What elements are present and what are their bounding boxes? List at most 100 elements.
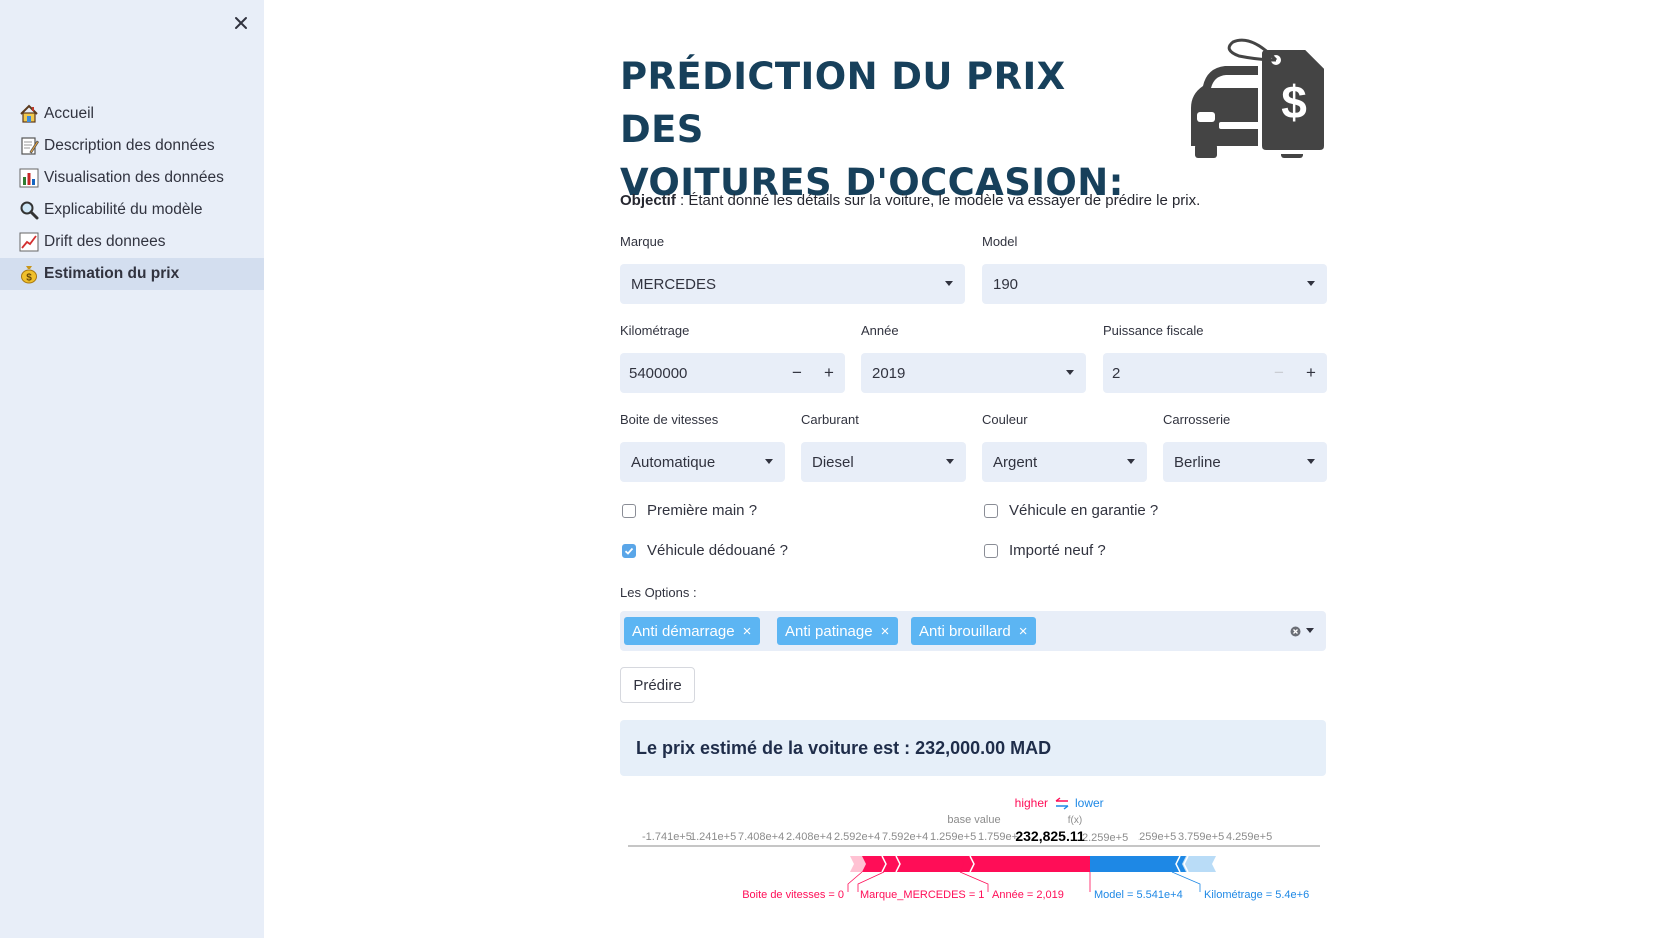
importe-checkbox[interactable]: Importé neuf ? [984, 542, 1106, 559]
dedouane-label: Véhicule dédouané ? [647, 542, 788, 559]
dedouane-checkbox[interactable]: Véhicule dédouané ? [622, 542, 788, 559]
puissance-label: Puissance fiscale [1103, 323, 1204, 338]
feature-label: Model = 5.541e+4 [1094, 889, 1183, 901]
remove-tag-icon[interactable]: × [881, 623, 890, 640]
sidebar-item-label: Visualisation des données [44, 169, 224, 186]
svg-text:$: $ [26, 273, 32, 284]
carrosserie-label: Carrosserie [1163, 412, 1231, 427]
tick-label: 1.241e+5 [690, 831, 736, 843]
higher-label: higher [1015, 796, 1048, 810]
premiere-main-checkbox[interactable]: Première main ? [622, 502, 757, 519]
sidebar-item-explicabilite[interactable]: Explicabilité du modèle [0, 194, 264, 226]
feature-label: Boite de vitesses = 0 [742, 889, 844, 901]
chevron-down-icon [945, 281, 953, 286]
checkbox-box[interactable] [622, 503, 636, 518]
puissance-value: 2 [1112, 364, 1121, 382]
puissance-decrement-button[interactable]: − [1263, 353, 1295, 393]
chevron-down-icon [1307, 281, 1315, 286]
couleur-label: Couleur [982, 412, 1028, 427]
tick-label: 3.759e+5 [1178, 831, 1224, 843]
shap-bar [1090, 856, 1176, 872]
tick-label: 7.592e+4 [882, 831, 928, 843]
tick-label: 7.408e+4 [738, 831, 784, 843]
trend-chart-icon [18, 231, 40, 253]
kilometrage-label: Kilométrage [620, 323, 690, 338]
carburant-value: Diesel [812, 453, 854, 471]
base-value-label: base value [947, 814, 1000, 826]
couleur-value: Argent [993, 453, 1038, 471]
negative-bars [1090, 855, 1216, 873]
model-value: 190 [993, 275, 1019, 293]
option-tag-label: Anti brouillard [919, 622, 1011, 640]
checkbox-box[interactable] [984, 503, 998, 518]
money-bag-icon: $ [18, 263, 40, 285]
model-label: Model [982, 234, 1018, 249]
check-icon [624, 547, 634, 555]
tick-label: 2.259e+5 [1082, 832, 1128, 844]
sidebar-item-label: Explicabilité du modèle [44, 201, 203, 218]
objectif-description: : Étant donné les détails sur la voiture… [675, 192, 1201, 209]
tick-label: 2.408e+4 [786, 831, 832, 843]
puissance-increment-button[interactable]: + [1295, 353, 1327, 393]
car-price-tag-icon: $ [1191, 38, 1328, 158]
kilometrage-input[interactable]: 5400000 − + [620, 353, 845, 393]
garantie-checkbox[interactable]: Véhicule en garantie ? [984, 502, 1158, 519]
chevron-down-icon [1307, 459, 1315, 464]
axis-ticks: -1.741e+5 1.241e+5 7.408e+4 2.408e+4 2.5… [642, 831, 1272, 843]
chevron-down-icon [946, 459, 954, 464]
marque-value: MERCEDES [631, 275, 717, 293]
marque-select[interactable]: MERCEDES [620, 264, 965, 304]
lower-label: lower [1075, 796, 1104, 810]
chevron-down-icon[interactable] [1306, 628, 1314, 633]
fx-value: 232,825.11 [1015, 828, 1085, 844]
chevron-down-icon [1127, 459, 1135, 464]
chevron-down-icon [765, 459, 773, 464]
option-tag[interactable]: Anti patinage × [777, 617, 899, 645]
positive-bars [850, 855, 1090, 873]
sidebar-item-estimation[interactable]: $ Estimation du prix [0, 258, 264, 290]
tick-label: 4.259e+5 [1226, 831, 1272, 843]
objectif-label: Objectif [620, 192, 676, 209]
checkbox-box[interactable] [622, 543, 636, 558]
carburant-label: Carburant [801, 412, 859, 427]
kilometrage-decrement-button[interactable]: − [781, 353, 813, 393]
sidebar-item-accueil[interactable]: Accueil [0, 98, 264, 130]
checkbox-box[interactable] [984, 543, 998, 558]
remove-tag-icon[interactable]: × [743, 623, 752, 640]
house-icon [18, 103, 40, 125]
option-tag[interactable]: Anti démarrage × [624, 617, 761, 645]
fx-label: f(x) [1068, 815, 1082, 826]
sidebar-nav: Accueil Description des données Visualis… [0, 98, 264, 290]
swap-arrows-icon [1055, 797, 1069, 810]
options-multiselect[interactable]: Anti démarrage × Anti patinage × Anti br… [620, 611, 1326, 651]
feature-label: Marque_MERCEDES = 1 [860, 889, 984, 901]
option-tag[interactable]: Anti brouillard × [911, 617, 1037, 645]
sidebar-item-drift[interactable]: Drift des donnees [0, 226, 264, 258]
bar-chart-icon [18, 167, 40, 189]
feature-label: Année = 2,019 [992, 889, 1064, 901]
kilometrage-increment-button[interactable]: + [813, 353, 845, 393]
remove-tag-icon[interactable]: × [1019, 623, 1028, 640]
sidebar-item-description[interactable]: Description des données [0, 130, 264, 162]
clear-all-icon[interactable] [1290, 626, 1301, 637]
couleur-select[interactable]: Argent [982, 442, 1147, 482]
chevron-down-icon [1066, 370, 1074, 375]
annee-label: Année [861, 323, 899, 338]
close-icon[interactable] [231, 13, 251, 33]
model-select[interactable]: 190 [982, 264, 1327, 304]
objectif-text: Objectif : Étant donné les détails sur l… [620, 192, 1200, 209]
predict-button[interactable]: Prédire [620, 667, 695, 703]
puissance-input[interactable]: 2 − + [1103, 353, 1327, 393]
title-line-1: PRÉDICTION DU PRIX DES [620, 55, 1066, 151]
marque-label: Marque [620, 234, 665, 249]
result-message: Le prix estimé de la voiture est : 232,0… [620, 720, 1326, 776]
shap-force-plot: higher lower base value f(x) -1.741e+5 1… [628, 796, 1320, 901]
carburant-select[interactable]: Diesel [801, 442, 966, 482]
magnifier-icon [18, 199, 40, 221]
carrosserie-select[interactable]: Berline [1163, 442, 1327, 482]
annee-select[interactable]: 2019 [861, 353, 1086, 393]
sidebar-item-visualisation[interactable]: Visualisation des données [0, 162, 264, 194]
boite-select[interactable]: Automatique [620, 442, 785, 482]
option-tag-label: Anti patinage [785, 622, 873, 640]
garantie-label: Véhicule en garantie ? [1009, 502, 1159, 519]
